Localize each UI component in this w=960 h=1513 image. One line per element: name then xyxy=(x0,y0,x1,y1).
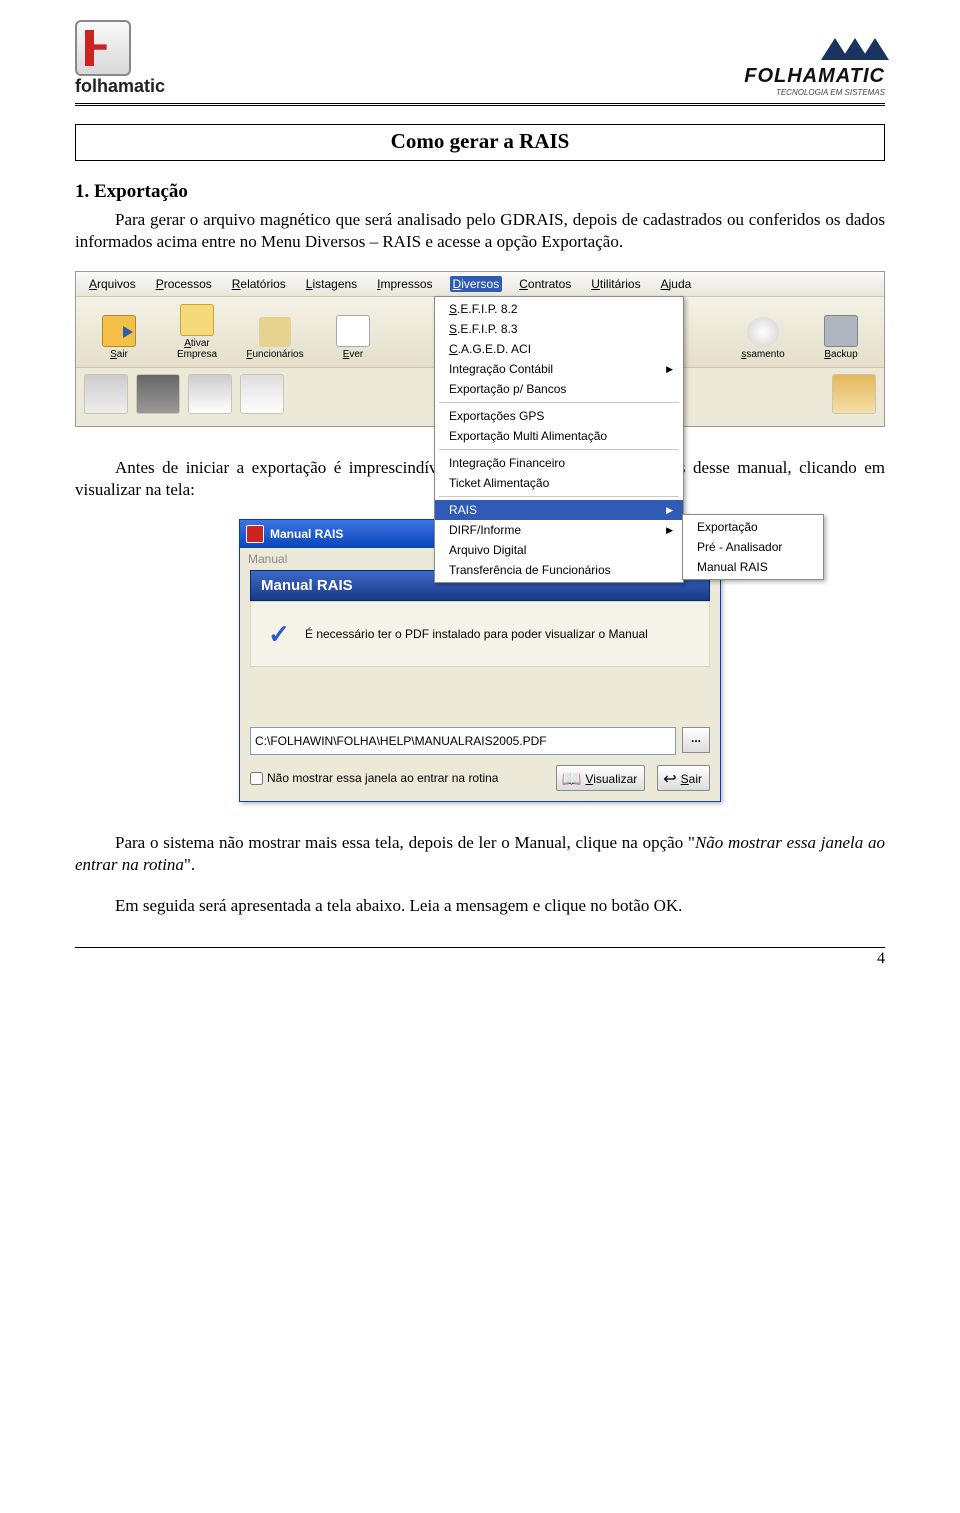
event-icon xyxy=(336,315,370,347)
menu-item-transfer-ncia-de-funcion-rios[interactable]: Transferência de Funcionários xyxy=(435,560,683,580)
toolbar2-sheets-icon[interactable] xyxy=(240,374,284,414)
menubar-item-listagens[interactable]: Listagens xyxy=(303,276,360,292)
rais-submenu[interactable]: ExportaçãoPré - AnalisadorManual RAIS xyxy=(682,514,824,580)
toolbar2-shades-icon[interactable] xyxy=(136,374,180,414)
page-number: 4 xyxy=(75,950,885,968)
suppress-dialog-label: Não mostrar essa janela ao entrar na rot… xyxy=(267,771,498,785)
menubar-item-utilitários[interactable]: Utilitários xyxy=(588,276,643,292)
toolbar-tape-button[interactable]: Backup xyxy=(806,303,876,361)
paragraph-3: Para o sistema não mostrar mais essa tel… xyxy=(75,832,885,876)
footer-divider xyxy=(75,947,885,948)
header-divider xyxy=(75,103,885,106)
toolbar-label: Funcionários xyxy=(246,349,303,360)
menu-item-s-e-f-i-p-8-2[interactable]: S.E.F.I.P. 8.2 xyxy=(435,299,683,319)
menu-item-ticket-alimenta-o[interactable]: Ticket Alimentação xyxy=(435,473,683,493)
section-heading: 1. Exportação xyxy=(75,181,885,203)
people-icon xyxy=(259,317,291,347)
exit-icon: ↩ xyxy=(663,769,676,789)
folder-icon xyxy=(180,304,214,336)
browse-button[interactable]: ... xyxy=(682,727,710,753)
paragraph-4: Em seguida será apresentada a tela abaix… xyxy=(75,895,885,917)
menubar-item-impressos[interactable]: Impressos xyxy=(374,276,435,292)
menubar-item-relatórios[interactable]: Relatórios xyxy=(229,276,289,292)
diversos-dropdown[interactable]: S.E.F.I.P. 8.2S.E.F.I.P. 8.3C.A.G.E.D. A… xyxy=(434,296,684,583)
logo-folhamatic-left: folhamatic xyxy=(75,20,165,97)
paragraph-1: Para gerar o arquivo magnético que será … xyxy=(75,209,885,253)
menu-item-arquivo-digital[interactable]: Arquivo Digital xyxy=(435,540,683,560)
toolbar-label: Sair xyxy=(110,349,128,360)
book-icon: 📖 xyxy=(562,769,582,789)
submenu-item-manual-rais[interactable]: Manual RAIS xyxy=(683,557,823,577)
toolbar-people-button[interactable]: Funcionários xyxy=(240,303,310,361)
menu-item-exporta-o-multi-alimenta-o[interactable]: Exportação Multi Alimentação xyxy=(435,426,683,446)
toolbar-label: Ever xyxy=(343,349,364,360)
toolbar2-kbd-icon[interactable] xyxy=(84,374,128,414)
dialog-title: Manual RAIS xyxy=(270,527,343,541)
sair-button[interactable]: ↩ Sair xyxy=(657,765,710,791)
menu-item-exporta-es-gps[interactable]: Exportações GPS xyxy=(435,406,683,426)
tape-icon xyxy=(824,315,858,347)
menubar-item-processos[interactable]: Processos xyxy=(153,276,215,292)
cd-icon xyxy=(747,317,779,347)
menubar-item-contratos[interactable]: Contratos xyxy=(516,276,574,292)
toolbar-cd-button[interactable]: ssamento xyxy=(728,303,798,361)
menu-item-rais[interactable]: RAIS xyxy=(435,500,683,520)
toolbar-label: Backup xyxy=(824,349,857,360)
menu-item-integra-o-cont-bil[interactable]: Integração Contábil xyxy=(435,359,683,379)
menubar-item-ajuda[interactable]: Ajuda xyxy=(658,276,695,292)
dialog-info-text: É necessário ter o PDF instalado para po… xyxy=(305,627,648,641)
menu-item-s-e-f-i-p-8-3[interactable]: S.E.F.I.P. 8.3 xyxy=(435,319,683,339)
visualizar-button[interactable]: 📖 Visualizar xyxy=(556,765,646,791)
check-icon: ✓ xyxy=(265,620,293,648)
suppress-dialog-checkbox[interactable] xyxy=(250,772,263,785)
menu-item-dirf-informe[interactable]: DIRF/Informe xyxy=(435,520,683,540)
document-title: Como gerar a RAIS xyxy=(75,124,885,161)
toolbar-label: ssamento xyxy=(741,349,784,360)
menu-item-c-a-g-e-d-aci[interactable]: C.A.G.E.D. ACI xyxy=(435,339,683,359)
pdf-path-input[interactable] xyxy=(250,727,676,755)
menubar-item-arquivos[interactable]: Arquivos xyxy=(86,276,139,292)
submenu-item-pr-analisador[interactable]: Pré - Analisador xyxy=(683,537,823,557)
submenu-item-exporta-o[interactable]: Exportação xyxy=(683,517,823,537)
toolbar2-printer-icon[interactable] xyxy=(188,374,232,414)
toolbar-folder-button[interactable]: Ativar Empresa xyxy=(162,303,232,361)
toolbar2-misc-icon[interactable] xyxy=(832,374,876,414)
menu-item-exporta-o-p-bancos[interactable]: Exportação p/ Bancos xyxy=(435,379,683,399)
menubar-item-diversos[interactable]: Diversos xyxy=(450,276,503,292)
suppress-dialog-checkbox-row[interactable]: Não mostrar essa janela ao entrar na rot… xyxy=(250,771,498,785)
exit-icon xyxy=(102,315,136,347)
toolbar-event-button[interactable]: Ever xyxy=(318,303,388,361)
toolbar-label: Ativar Empresa xyxy=(163,338,231,360)
app-icon xyxy=(246,525,264,543)
screenshot-app-window: Arquivos Processos Relatórios Listagens Impr… xyxy=(75,271,885,427)
menu-item-integra-o-financeiro[interactable]: Integração Financeiro xyxy=(435,453,683,473)
logo-folhamatic-right: FOLHAMATIC TECNOLOGIA EM SISTEMAS xyxy=(744,38,885,97)
toolbar-exit-button[interactable]: Sair xyxy=(84,303,154,361)
